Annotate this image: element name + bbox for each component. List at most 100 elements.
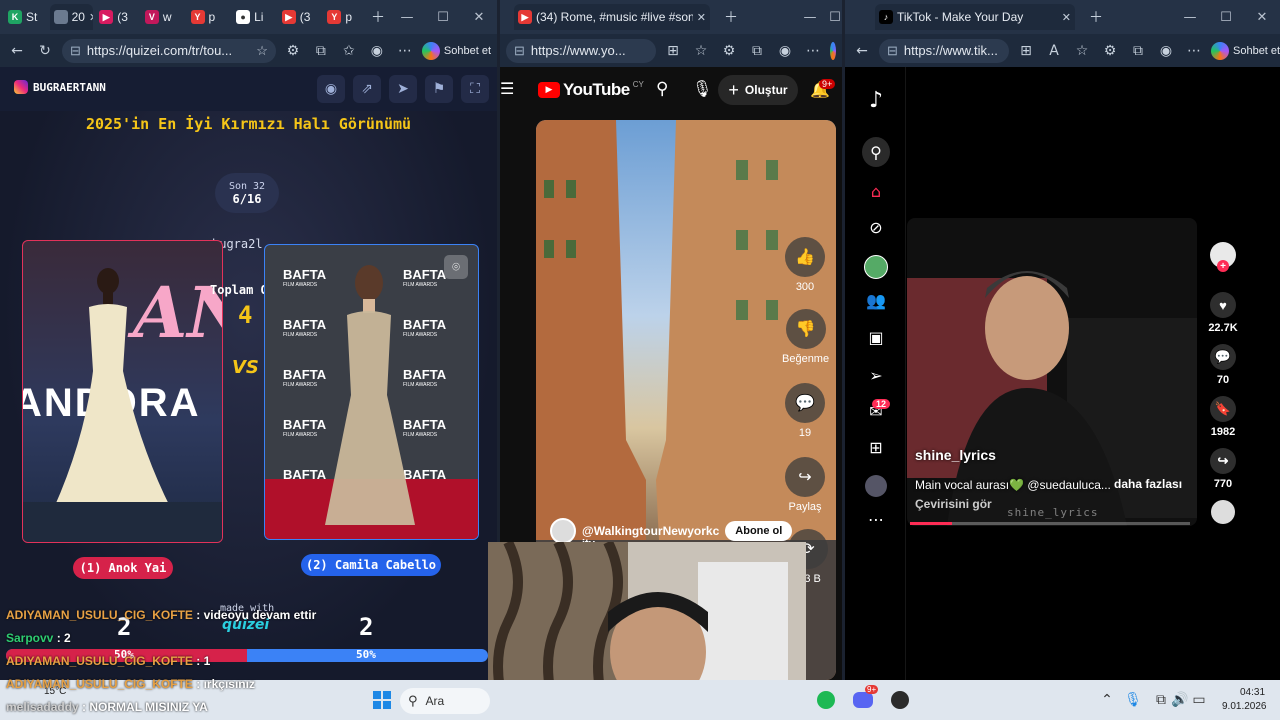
home-icon[interactable]: ⌂ [862, 182, 890, 201]
back-icon[interactable]: ← [851, 43, 873, 59]
spotify-icon[interactable] [815, 689, 837, 711]
channel-avatar[interactable] [550, 518, 576, 544]
more-icon[interactable]: ⋯ [802, 43, 824, 59]
refresh-icon[interactable]: ↻ [34, 43, 56, 59]
video-author[interactable]: shine_lyrics [915, 447, 996, 463]
copilot-chat-button[interactable]: Sohbet et [421, 41, 491, 60]
browser-tab[interactable]: 20 ✕ [49, 4, 94, 30]
url-field[interactable]: ⊟ https://www.tik... [879, 38, 1009, 63]
split-screen-icon[interactable]: ⧉ [746, 43, 768, 59]
right-contestant-card[interactable]: BAFTA FILM AWARDS BAFTA FILM AWARDS BAFTA FIL… [264, 244, 479, 540]
follow-plus-icon[interactable]: + [1217, 260, 1229, 272]
profile-icon[interactable]: ◉ [366, 43, 388, 59]
site-info-icon[interactable]: ⊟ [70, 43, 81, 59]
lens-icon[interactable]: ⌾ [444, 255, 468, 279]
save-action[interactable]: 🔖 1982 [1206, 396, 1240, 438]
share-arrow-icon[interactable]: ↪ [785, 457, 825, 497]
like-action[interactable]: ♥ 22.7K [1206, 292, 1240, 334]
more-icon[interactable]: ⋯ [1183, 43, 1205, 59]
left-name-button[interactable]: (1) Anok Yai [73, 557, 173, 579]
battery-icon[interactable]: ▭ [1188, 689, 1210, 711]
tab-youtube[interactable]: ▶ (34) Rome, #music #live #song#et ✕ [514, 4, 710, 30]
favorites-icon[interactable]: ✩ [338, 43, 360, 59]
close-tab-icon[interactable]: ✕ [89, 11, 93, 24]
apps-icon[interactable]: ⊞ [662, 43, 684, 59]
taskbar-search[interactable]: ⚲ Ara [400, 688, 490, 714]
comment-icon[interactable]: 💬 [1210, 344, 1236, 370]
channel-name[interactable]: @WalkingtourNewyorkc [582, 524, 719, 538]
bookmark-icon[interactable]: 🔖 [1210, 396, 1236, 422]
mic-icon[interactable]: 🎙 [1122, 689, 1144, 711]
share-action[interactable]: ↪ Paylaş [785, 457, 825, 513]
extensions-icon[interactable]: ⚙ [718, 43, 740, 59]
thumbs-down-icon[interactable]: 👎 [785, 309, 826, 349]
more-icon[interactable]: ⋯ [394, 43, 416, 59]
obs-icon[interactable] [889, 689, 911, 711]
favorite-star-icon[interactable]: ☆ [1071, 43, 1093, 59]
caption-more-link[interactable]: daha fazlası [1114, 477, 1182, 491]
maximize-icon[interactable]: ☐ [1208, 10, 1244, 25]
sound-avatar[interactable] [1206, 500, 1240, 524]
tray-overflow-icon[interactable]: ⌃ [1096, 689, 1118, 711]
favorite-star-icon[interactable]: ☆ [256, 43, 268, 59]
copilot-chat-button[interactable]: Sohbet et [1211, 41, 1280, 60]
youtube-logo[interactable]: ▶ YouTube CY [538, 80, 644, 100]
thumbs-up-icon[interactable]: 👍 [785, 237, 825, 277]
extensions-icon[interactable]: ⚙ [1099, 43, 1121, 59]
site-info-icon[interactable]: ⊟ [514, 43, 525, 59]
new-tab-icon[interactable]: ＋ [1085, 7, 1107, 27]
split-screen-icon[interactable]: ⧉ [1127, 43, 1149, 59]
translate-icon[interactable]: A [1043, 43, 1065, 59]
video-progress-track[interactable] [910, 522, 1190, 525]
dislike-action[interactable]: 👎 Beğenme [782, 309, 829, 365]
send-icon[interactable]: ➤ [389, 75, 417, 103]
following-avatar-icon[interactable] [862, 255, 890, 279]
fullscreen-icon[interactable]: ⛶ [461, 75, 489, 103]
new-tab-icon[interactable]: ＋ [367, 7, 389, 27]
messages-icon[interactable]: ➢ [862, 366, 890, 385]
author-avatar[interactable]: + [1206, 242, 1240, 272]
profile-icon[interactable]: ◉ [1155, 43, 1177, 59]
share-arrow-icon[interactable]: ↪ [1210, 448, 1236, 474]
search-icon[interactable]: ⚲ [656, 79, 668, 99]
profile-avatar-icon[interactable] [862, 475, 890, 497]
browser-tab[interactable]: ● Li [232, 4, 276, 30]
maximize-icon[interactable]: ☐ [425, 10, 461, 25]
create-button[interactable]: + Oluştur [718, 75, 798, 105]
favorite-star-icon[interactable]: ☆ [690, 43, 712, 59]
like-action[interactable]: 👍 300 [785, 237, 825, 293]
comment-action[interactable]: 💬 70 [1206, 344, 1240, 386]
site-info-icon[interactable]: ⊟ [887, 43, 898, 59]
close-window-icon[interactable]: ✕ [1244, 10, 1280, 25]
extensions-icon[interactable]: ⚙ [282, 43, 304, 59]
profile-icon[interactable]: ◉ [774, 43, 796, 59]
subscribe-button[interactable]: Abone ol [725, 521, 793, 541]
more-menu-icon[interactable]: ⋯ [862, 510, 890, 529]
minimize-icon[interactable]: — [792, 10, 828, 25]
tiktok-logo-icon[interactable]: ♪ [862, 88, 890, 113]
live-icon[interactable]: ▣ [862, 328, 890, 347]
browser-tab[interactable]: Yp [187, 4, 231, 30]
back-icon[interactable]: ← [6, 43, 28, 59]
browser-tab[interactable]: Yp [323, 4, 367, 30]
menu-icon[interactable]: ☰ [500, 79, 514, 98]
upload-icon[interactable]: ⊞ [862, 438, 890, 457]
new-tab-icon[interactable]: ＋ [720, 7, 742, 27]
minimize-icon[interactable]: — [1172, 10, 1208, 25]
explore-icon[interactable]: ⊘ [862, 218, 890, 237]
comment-icon[interactable]: 💬 [785, 383, 825, 423]
browser-tab[interactable]: ▶ (3 [278, 4, 322, 30]
flag-icon[interactable]: ⚑ [425, 75, 453, 103]
close-window-icon[interactable]: ✕ [461, 10, 497, 25]
browser-tab[interactable]: K St [4, 4, 48, 30]
share-icon[interactable]: ⇗ [353, 75, 381, 103]
browser-tab[interactable]: Vw [141, 4, 185, 30]
url-field[interactable]: ⊟ https://www.yo... [506, 38, 656, 63]
clock-time[interactable]: 04:31 [1240, 687, 1265, 698]
url-field[interactable]: ⊟ https://quizei.com/tr/tou... ☆ [62, 38, 276, 63]
tab-tiktok[interactable]: ♪ TikTok - Make Your Day ✕ [875, 4, 1075, 30]
close-tab-icon[interactable]: ✕ [1062, 11, 1071, 24]
apps-icon[interactable]: ⊞ [1015, 43, 1037, 59]
minimize-icon[interactable]: — [389, 10, 425, 25]
clock-date[interactable]: 9.01.2026 [1222, 701, 1267, 712]
